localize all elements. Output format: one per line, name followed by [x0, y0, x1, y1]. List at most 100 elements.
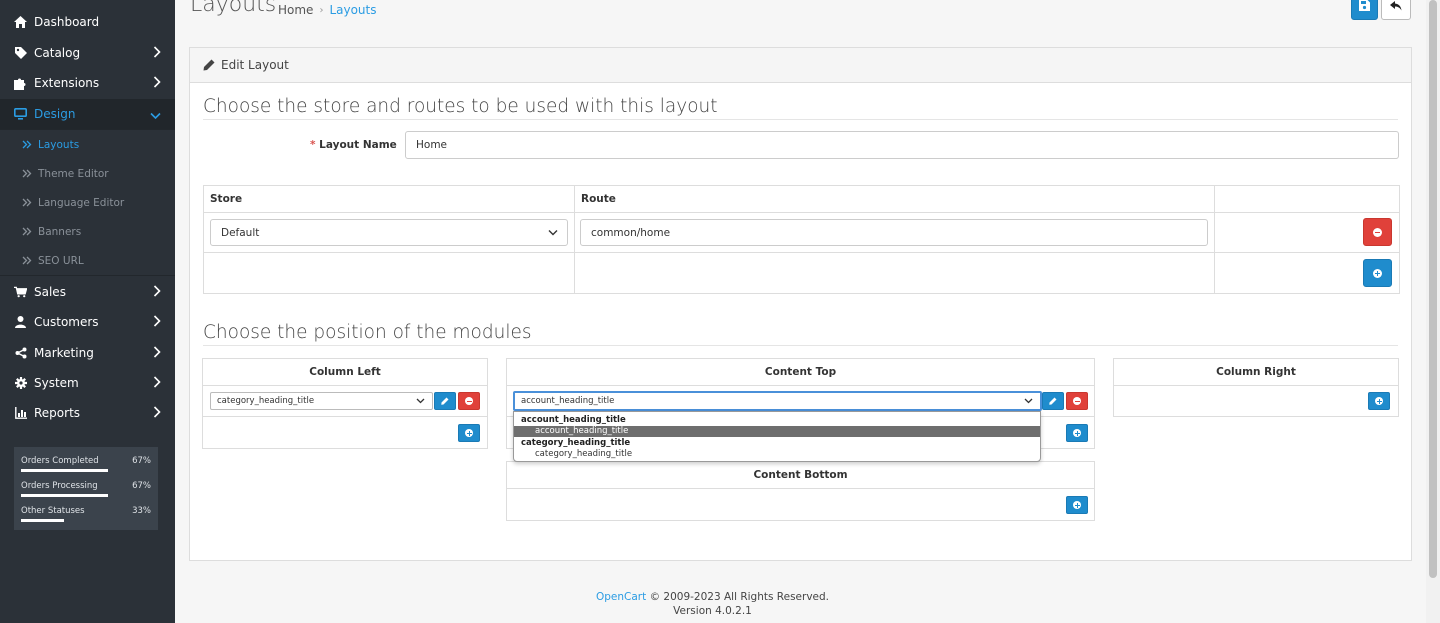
chevron-right-icon [153, 376, 161, 391]
sidebar-subitem-label: SEO URL [38, 254, 84, 267]
share-icon [14, 347, 27, 360]
remove-module-button[interactable] [458, 392, 480, 410]
sidebar-subitem-layouts[interactable]: Layouts [0, 130, 175, 159]
progress-bar [21, 519, 151, 522]
section-title-modules: Choose the position of the modules [203, 322, 532, 343]
chevron-down-icon [416, 398, 425, 404]
breadcrumb-separator: › [319, 4, 324, 16]
content-bottom-box: Content Bottom [506, 461, 1095, 521]
reply-icon [1390, 0, 1402, 14]
column-right-title: Column Right [1114, 359, 1398, 386]
sidebar-subitem-seo-url[interactable]: SEO URL [0, 246, 175, 275]
plus-circle-icon [1375, 397, 1383, 405]
sidebar-subitem-label: Language Editor [38, 196, 125, 209]
sidebar-subitem-language-editor[interactable]: Language Editor [0, 188, 175, 217]
column-right-box: Column Right [1113, 358, 1399, 417]
store-select[interactable]: Default [210, 219, 568, 246]
breadcrumb-layouts[interactable]: Layouts [329, 3, 376, 17]
dropdown-group-label: account_heading_title [521, 415, 626, 425]
add-route-button[interactable] [1363, 259, 1392, 287]
plus-circle-icon [1073, 429, 1081, 437]
sidebar-item-dashboard[interactable]: Dashboard [0, 7, 175, 37]
layout-name-input[interactable]: Home [405, 131, 1399, 159]
sidebar-subitem-label: Layouts [38, 138, 80, 151]
section-divider [203, 119, 1398, 120]
back-button[interactable] [1381, 0, 1411, 20]
pencil-icon [441, 395, 449, 408]
cart-icon [14, 286, 27, 299]
breadcrumb-home[interactable]: Home [278, 3, 313, 17]
sidebar: Dashboard Catalog Extensions Design Layo… [0, 0, 175, 623]
sidebar-item-extensions[interactable]: Extensions [0, 68, 175, 98]
minus-circle-icon [465, 397, 473, 405]
chevron-down-icon [1024, 398, 1033, 404]
page-scrollbar[interactable] [1426, 0, 1440, 623]
footer-brand-link[interactable]: OpenCart [596, 591, 646, 603]
plus-circle-icon [465, 429, 473, 437]
remove-module-button[interactable] [1066, 392, 1088, 410]
progress-bar [21, 469, 151, 472]
column-left-title: Column Left [203, 359, 487, 386]
sidebar-subitem-label: Theme Editor [38, 167, 109, 180]
sidebar-item-label: Reports [34, 406, 81, 420]
bar-chart-icon [14, 407, 27, 420]
dropdown-option[interactable]: account_heading_title [514, 426, 1040, 437]
sidebar-item-system[interactable]: System [0, 368, 175, 398]
sidebar-item-customers[interactable]: Customers [0, 307, 175, 337]
sidebar-item-reports[interactable]: Reports [0, 398, 175, 428]
sidebar-item-label: Customers [34, 315, 99, 329]
sidebar-item-sales[interactable]: Sales [0, 277, 175, 307]
column-left-module-select[interactable]: category_heading_title [210, 392, 433, 410]
minus-circle-icon [1373, 227, 1382, 237]
table-header-action [1215, 186, 1399, 213]
sidebar-item-catalog[interactable]: Catalog [0, 38, 175, 68]
edit-module-button[interactable] [1042, 392, 1064, 410]
add-module-button[interactable] [458, 424, 480, 442]
table-header-route: Route [575, 186, 1214, 213]
scrollbar-thumb[interactable] [1429, 0, 1437, 578]
content-top-title: Content Top [507, 359, 1094, 386]
footer-version: Version 4.0.2.1 [673, 605, 752, 617]
double-chevron-icon [22, 169, 32, 178]
sidebar-item-marketing[interactable]: Marketing [0, 338, 175, 368]
save-button[interactable] [1351, 0, 1378, 20]
route-input[interactable]: common/home [580, 219, 1208, 246]
chevron-right-icon [153, 406, 161, 421]
double-chevron-icon [22, 140, 32, 149]
breadcrumb: Home › Layouts [278, 3, 376, 17]
puzzle-icon [14, 77, 27, 90]
content-bottom-title: Content Bottom [507, 462, 1094, 489]
footer: OpenCart © 2009-2023 All Rights Reserved… [175, 591, 1250, 603]
sidebar-item-label: System [34, 376, 79, 390]
sidebar-subitem-banners[interactable]: Banners [0, 217, 175, 246]
progress-bar [21, 494, 151, 497]
monitor-icon [14, 108, 27, 121]
gear-icon [14, 377, 27, 390]
section-title-routes: Choose the store and routes to be used w… [203, 96, 718, 117]
double-chevron-icon [22, 198, 32, 207]
plus-circle-icon [1073, 501, 1081, 509]
pencil-icon [203, 59, 215, 71]
add-module-button[interactable] [1368, 392, 1390, 410]
sidebar-subitem-label: Banners [38, 225, 82, 238]
stat-other-statuses: Other Statuses 33% [21, 503, 151, 528]
tag-icon [14, 47, 27, 60]
dropdown-group-label: category_heading_title [521, 438, 631, 448]
user-icon [14, 316, 27, 329]
sidebar-subitem-theme-editor[interactable]: Theme Editor [0, 159, 175, 188]
dropdown-option[interactable]: category_heading_title [514, 449, 1040, 460]
sidebar-item-label: Marketing [34, 346, 94, 360]
content-top-module-select[interactable]: account_heading_title [513, 391, 1042, 411]
add-module-button[interactable] [1066, 496, 1088, 514]
add-module-button[interactable] [1066, 424, 1088, 442]
pencil-icon [1049, 395, 1057, 408]
sidebar-item-design[interactable]: Design [0, 99, 175, 129]
section-divider [203, 345, 1398, 346]
sidebar-item-label: Dashboard [34, 15, 100, 29]
order-stats-panel: Orders Completed 67% Orders Processing 6… [14, 447, 158, 530]
chevron-right-icon [153, 346, 161, 361]
remove-route-button[interactable] [1363, 218, 1392, 246]
edit-module-button[interactable] [434, 392, 456, 410]
chevron-down-icon [548, 229, 558, 236]
home-icon [14, 16, 27, 29]
